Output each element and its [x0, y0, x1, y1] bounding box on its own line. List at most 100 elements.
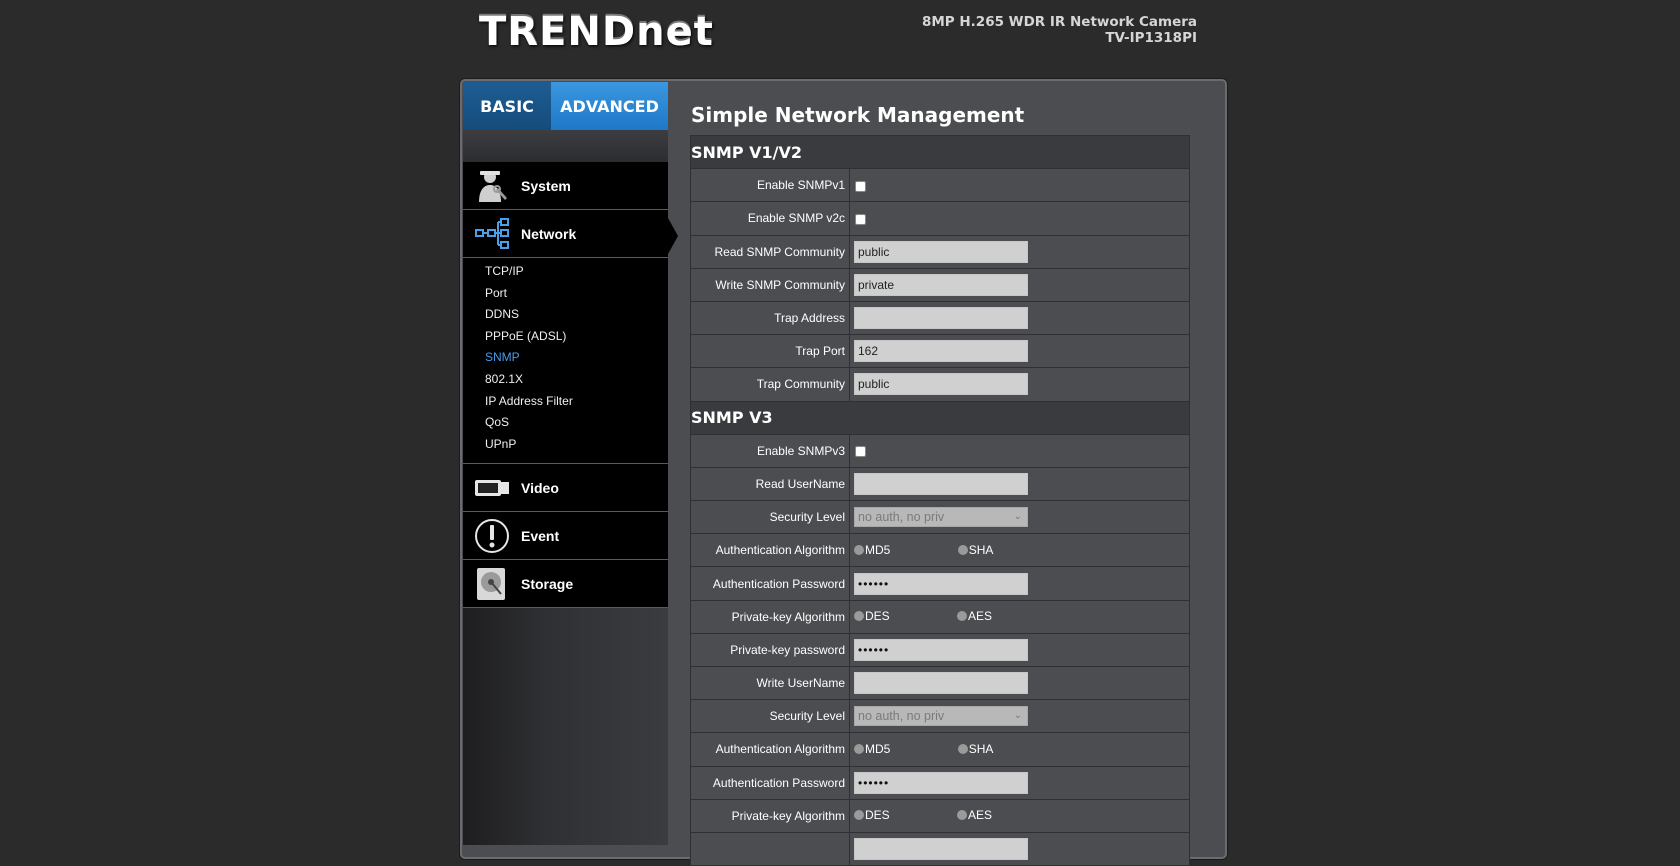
sidebar-item-tcpip[interactable]: TCP/IP: [485, 261, 668, 283]
row-read-priv-password: Private-key password ••••••: [690, 632, 1190, 668]
write-community-input[interactable]: private: [854, 273, 1028, 296]
label-trap-address: Trap Address: [690, 300, 850, 336]
label-read-auth-password: Authentication Password: [690, 566, 850, 601]
write-auth-md5-radio[interactable]: MD5: [854, 742, 890, 756]
sidebar-item-system[interactable]: System: [463, 162, 668, 210]
system-admin-icon: [473, 167, 511, 205]
section-title-v3: SNMP V3: [690, 400, 1190, 435]
label-write-community: Write SNMP Community: [690, 267, 850, 302]
enable-snmpv3-checkbox[interactable]: [855, 446, 866, 458]
label-write-auth-password: Authentication Password: [690, 765, 850, 800]
write-priv-des-radio[interactable]: DES: [854, 808, 890, 822]
label-trap-port: Trap Port: [690, 334, 850, 369]
write-auth-sha-radio[interactable]: SHA: [957, 741, 994, 756]
write-username-input[interactable]: [854, 672, 1028, 695]
read-security-level-select[interactable]: no auth, no priv ⌄: [854, 507, 1028, 528]
tab-advanced[interactable]: ADVANCED: [551, 82, 668, 140]
row-enable-snmpv2c: Enable SNMP v2c: [690, 201, 1190, 236]
read-auth-sha-radio[interactable]: SHA: [957, 542, 994, 557]
trendnet-logo: TRENDnet: [479, 8, 714, 54]
sidebar-item-ip-filter[interactable]: IP Address Filter: [485, 391, 668, 413]
row-write-security-level: Security Level no auth, no priv ⌄: [690, 699, 1190, 734]
write-security-level-value: no auth, no priv: [858, 709, 945, 724]
sidebar-item-pppoe[interactable]: PPPoE (ADSL): [485, 326, 668, 348]
write-auth-password-input[interactable]: ••••••: [854, 771, 1028, 794]
label-enable-snmpv3: Enable SNMPv3: [690, 433, 850, 468]
chevron-down-icon: ⌄: [1013, 511, 1022, 523]
row-trap-address: Trap Address: [690, 300, 1190, 336]
radio-icon: [854, 810, 864, 821]
partial-input[interactable]: [854, 838, 1028, 861]
logo-net: net: [636, 8, 714, 54]
camera-icon: [473, 469, 511, 507]
read-priv-aes-label: AES: [968, 609, 993, 624]
sidebar-item-upnp[interactable]: UPnP: [485, 434, 668, 456]
label-partial: [690, 831, 850, 866]
hard-disk-icon: [473, 565, 511, 603]
row-enable-snmpv1: Enable SNMPv1: [690, 168, 1190, 203]
row-write-priv-algo: Private-key Algorithm DES AES: [690, 798, 1190, 833]
write-security-level-select[interactable]: no auth, no priv ⌄: [854, 706, 1028, 727]
write-priv-aes-radio[interactable]: AES: [957, 808, 992, 822]
write-priv-aes-label: AES: [968, 808, 993, 823]
logo-trend: TREND: [479, 8, 637, 54]
trap-port-input[interactable]: 162: [854, 340, 1028, 363]
row-read-auth-algo: Authentication Algorithm MD5 SHA: [690, 533, 1190, 568]
sidebar-item-storage[interactable]: Storage: [463, 560, 668, 609]
row-write-auth-password: Authentication Password ••••••: [690, 765, 1190, 800]
read-priv-aes-radio[interactable]: AES: [957, 609, 992, 623]
model-info: 8MP H.265 WDR IR Network Camera TV-IP131…: [922, 14, 1197, 46]
read-auth-password-input[interactable]: ••••••: [854, 572, 1028, 595]
sidebar-label-network: Network: [521, 225, 577, 242]
write-auth-md5-label: MD5: [865, 741, 891, 756]
row-partial: [690, 831, 1190, 866]
model-number: TV-IP1318PI: [1105, 30, 1197, 46]
network-tree-icon: [473, 215, 511, 253]
sidebar-item-event[interactable]: Event: [463, 512, 668, 561]
sidebar-item-video[interactable]: Video: [463, 464, 668, 513]
read-priv-des-label: DES: [865, 609, 890, 624]
read-auth-md5-label: MD5: [865, 542, 891, 557]
sidebar-item-snmp[interactable]: SNMP: [485, 347, 668, 369]
label-write-auth-algo: Authentication Algorithm: [690, 732, 850, 767]
row-trap-port: Trap Port 162: [690, 334, 1190, 369]
write-auth-sha-label: SHA: [968, 741, 994, 756]
row-read-priv-algo: Private-key Algorithm DES AES: [690, 599, 1190, 634]
row-read-username: Read UserName: [690, 466, 1190, 502]
sidebar-item-qos[interactable]: QoS: [485, 412, 668, 434]
sidebar-label-event: Event: [521, 527, 560, 544]
read-priv-password-input[interactable]: ••••••: [854, 638, 1028, 661]
read-auth-sha-label: SHA: [968, 542, 994, 557]
read-community-input[interactable]: public: [854, 240, 1028, 263]
network-submenu: TCP/IP Port DDNS PPPoE (ADSL) SNMP 802.1…: [463, 258, 668, 465]
read-security-level-value: no auth, no priv: [858, 510, 945, 525]
row-trap-community: Trap Community public: [690, 367, 1190, 402]
read-username-input[interactable]: [854, 472, 1028, 495]
page-title: Simple Network Management: [691, 103, 1025, 127]
mode-tabs: BASIC ADVANCED: [463, 82, 668, 140]
sidebar-item-network[interactable]: Network: [463, 210, 678, 258]
trap-community-input[interactable]: public: [854, 373, 1028, 396]
read-priv-des-radio[interactable]: DES: [854, 609, 890, 623]
label-write-security-level: Security Level: [690, 699, 850, 734]
menu-system: System: [463, 162, 668, 210]
row-write-community: Write SNMP Community private: [690, 267, 1190, 302]
sidebar-menu: System Network TCP/IP Port DDNS PPPoE (A…: [463, 162, 678, 609]
label-write-priv-algo: Private-key Algorithm: [690, 798, 850, 833]
enable-snmpv1-checkbox[interactable]: [855, 180, 866, 192]
section-header-v3: SNMP V3: [690, 400, 1190, 435]
sidebar-label-video: Video: [521, 479, 559, 496]
read-auth-md5-radio[interactable]: MD5: [854, 543, 890, 557]
section-title-v1v2: SNMP V1/V2: [690, 134, 1190, 170]
label-write-username: Write UserName: [690, 665, 850, 701]
sidebar-item-8021x[interactable]: 802.1X: [485, 369, 668, 391]
chevron-down-icon: ⌄: [1013, 710, 1022, 722]
sidebar-item-ddns[interactable]: DDNS: [485, 304, 668, 326]
tab-basic[interactable]: BASIC: [463, 82, 551, 130]
enable-snmpv2c-checkbox[interactable]: [855, 213, 866, 225]
sidebar-label-storage: Storage: [521, 575, 574, 592]
trap-address-input[interactable]: [854, 307, 1028, 330]
menu-network: Network TCP/IP Port DDNS PPPoE (ADSL) SN…: [463, 210, 678, 465]
sidebar-item-port[interactable]: Port: [485, 283, 668, 305]
main-content: Simple Network Management SNMP V1/V2 Ena…: [690, 100, 1190, 866]
